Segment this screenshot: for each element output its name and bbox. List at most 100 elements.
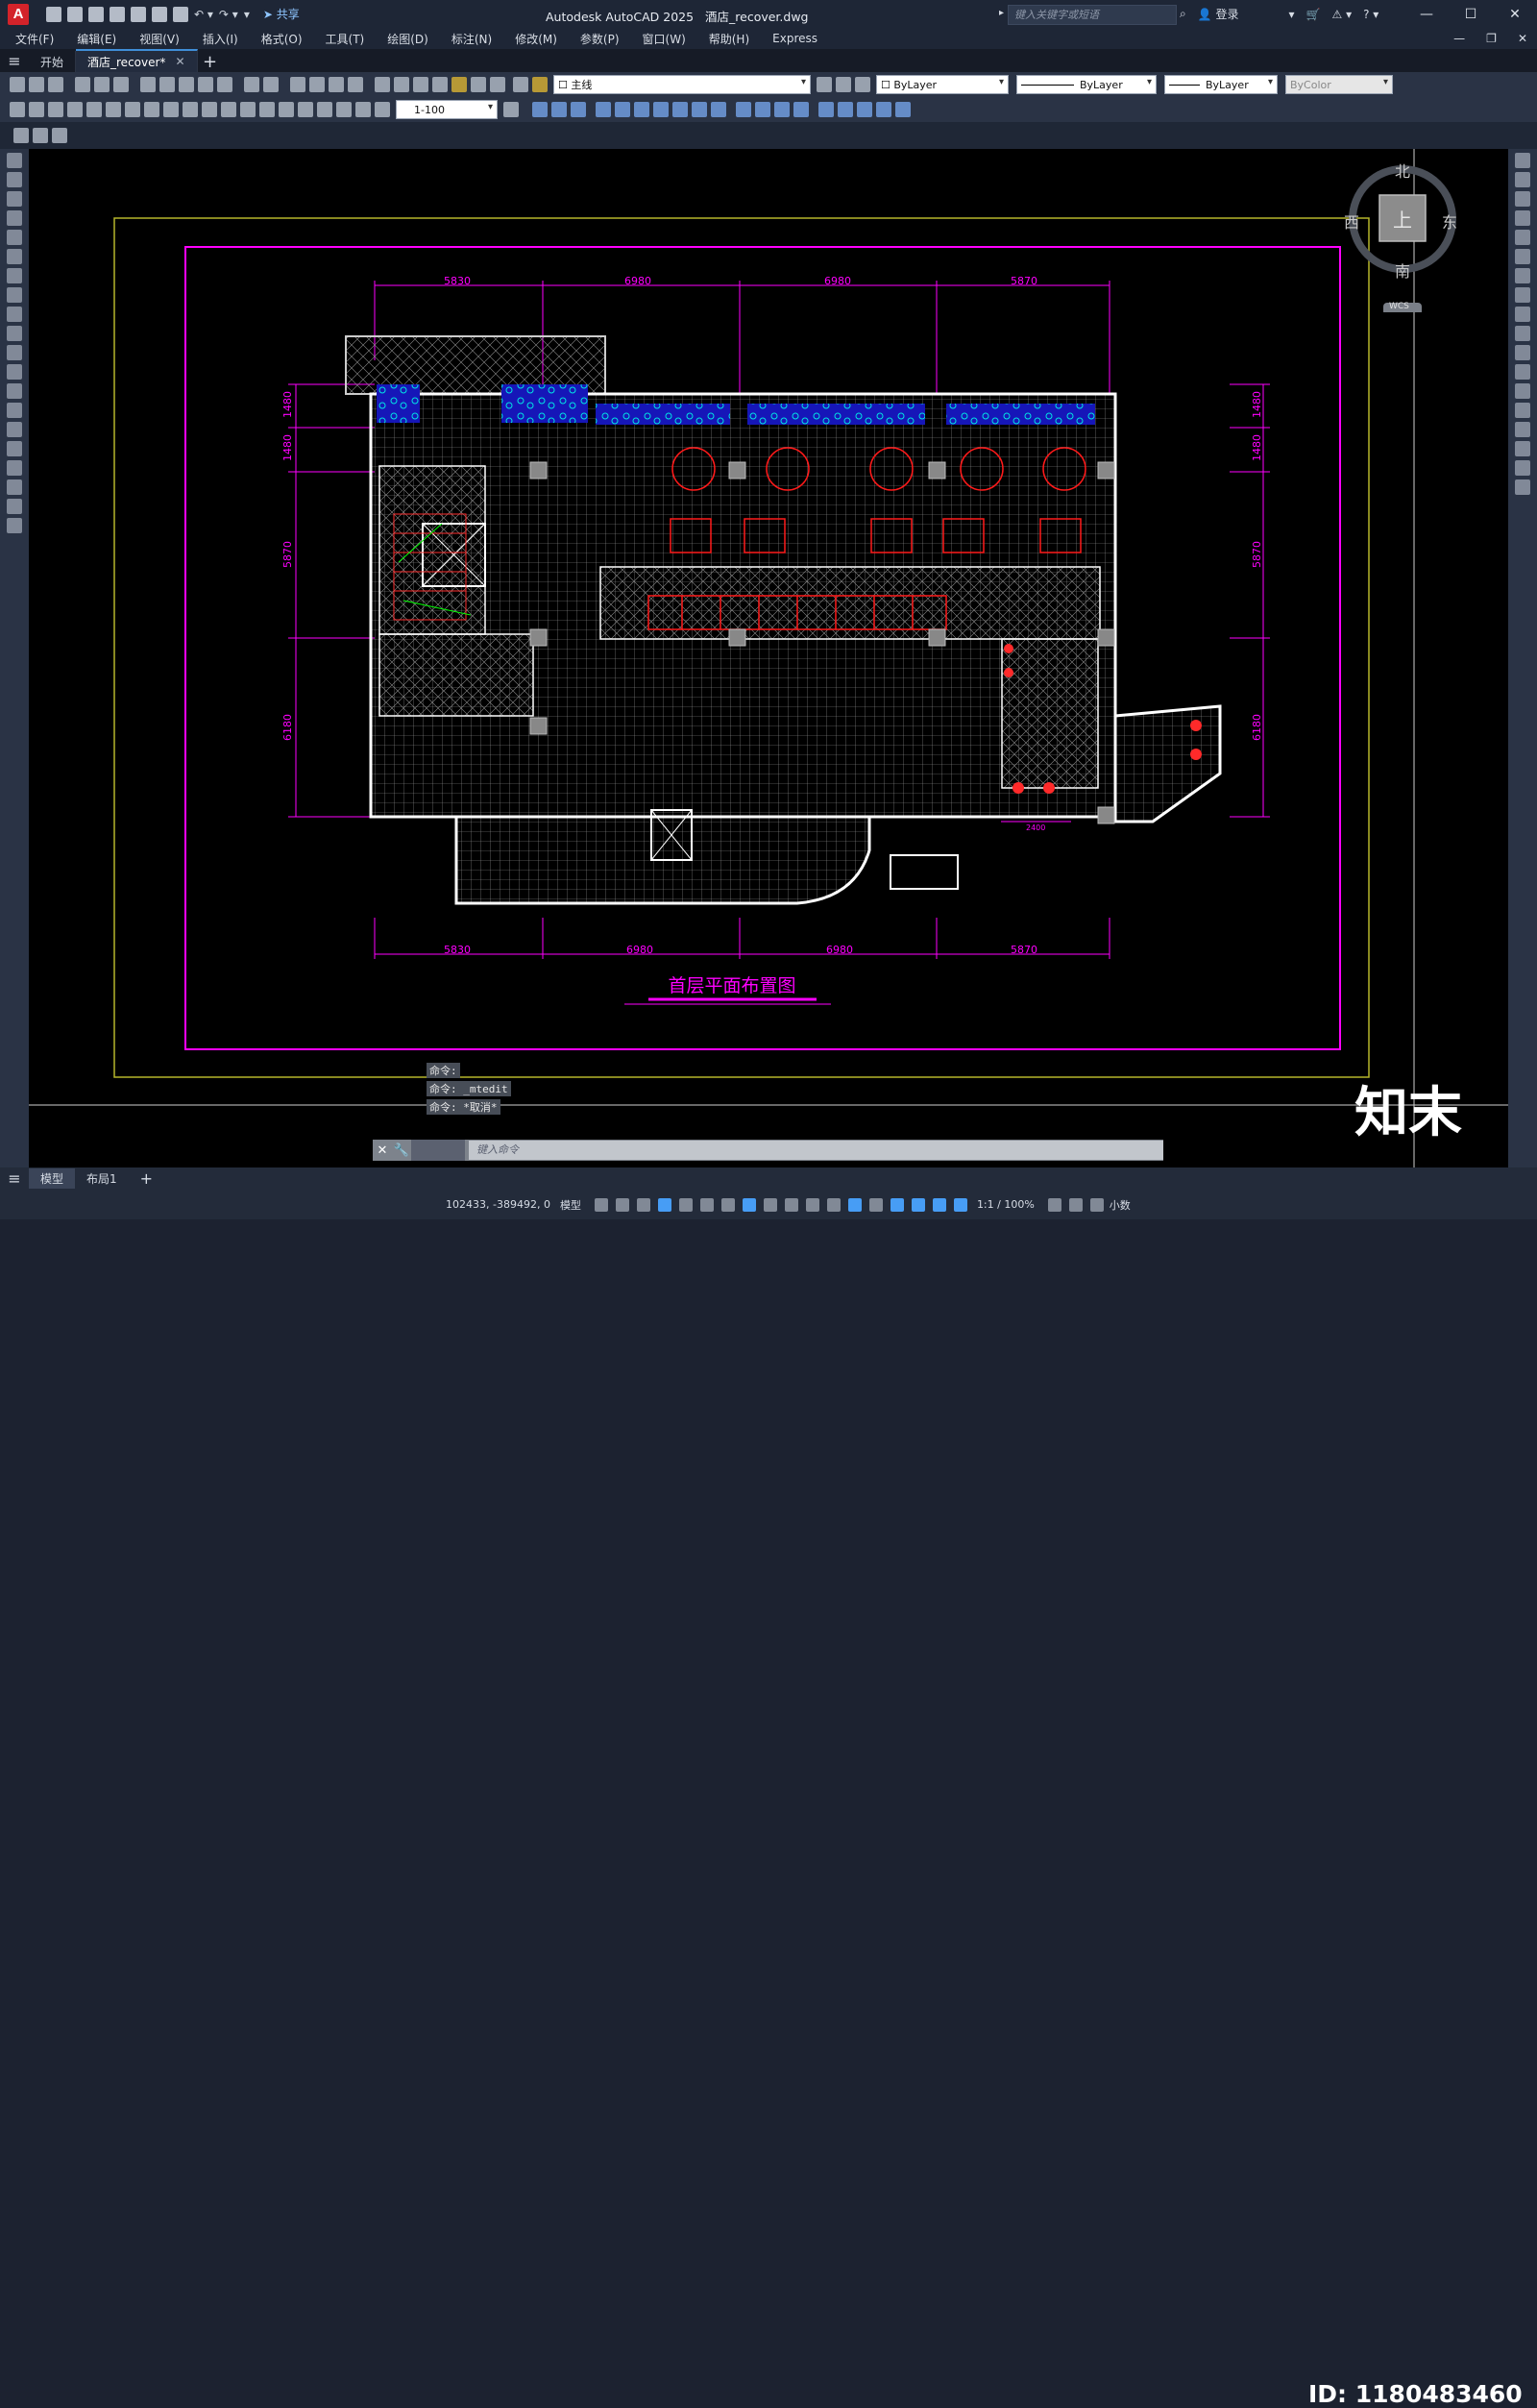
command-input[interactable]: 键入命令 <box>469 1141 1163 1160</box>
pan-icon[interactable] <box>290 77 305 92</box>
tolerance-icon[interactable] <box>259 102 275 117</box>
infer-icon[interactable] <box>636 1197 650 1212</box>
rectangle-icon[interactable] <box>7 230 22 245</box>
markup-icon[interactable] <box>451 77 467 92</box>
workspace-gear-icon[interactable] <box>1047 1197 1061 1212</box>
ucs-world-icon[interactable] <box>615 102 630 117</box>
open-from-web-icon[interactable] <box>131 6 146 22</box>
coordinate-display[interactable]: 102433, -389492, 0 <box>446 1198 550 1211</box>
maximize-icon[interactable]: ☐ <box>1449 0 1493 28</box>
tab-layout1[interactable]: 布局1 <box>75 1168 129 1189</box>
dim-linear-icon[interactable] <box>10 102 25 117</box>
command-close-icon[interactable]: ✕ <box>373 1143 392 1158</box>
view-front-icon[interactable] <box>532 102 548 117</box>
tool-palettes-icon[interactable] <box>413 77 428 92</box>
login-dropdown-icon[interactable]: ▾ <box>1289 8 1295 21</box>
zoom-3d-icon[interactable] <box>876 102 891 117</box>
cut-icon[interactable] <box>140 77 156 92</box>
chamfer-icon[interactable] <box>1515 422 1530 437</box>
snap-icon[interactable] <box>615 1197 629 1212</box>
lineweight-dropdown[interactable]: ByLayer <box>1164 75 1278 94</box>
save-tb-icon[interactable] <box>48 77 63 92</box>
dim-ordinate-icon[interactable] <box>67 102 83 117</box>
table-icon[interactable] <box>7 479 22 495</box>
stretch-icon[interactable] <box>1515 307 1530 322</box>
dim-radius-icon[interactable] <box>86 102 102 117</box>
view-left-icon[interactable] <box>571 102 586 117</box>
model-space-toggle[interactable]: 模型 <box>560 1197 581 1213</box>
plotstyle-dropdown[interactable]: ByColor <box>1285 75 1393 94</box>
tab-active-drawing[interactable]: 酒店_recover* ✕ <box>76 49 198 72</box>
tab-model[interactable]: 模型 <box>29 1168 76 1189</box>
swivel-icon[interactable] <box>857 102 872 117</box>
undo-icon[interactable]: ↶ ▾ <box>194 8 213 21</box>
search-icon[interactable]: ⌕ <box>1180 7 1186 21</box>
pan-3d-icon[interactable] <box>895 102 911 117</box>
ucs-icon[interactable] <box>596 102 611 117</box>
menu-file[interactable]: 文件(F) <box>15 31 54 47</box>
rotate-icon[interactable] <box>1515 268 1530 283</box>
layer-state-icon[interactable] <box>855 77 870 92</box>
osnap-tracking-icon[interactable] <box>742 1197 756 1212</box>
break-point-icon[interactable] <box>1515 364 1530 380</box>
fillet-icon[interactable] <box>1515 441 1530 456</box>
dim-break-icon[interactable] <box>240 102 256 117</box>
minimize-icon[interactable]: — <box>1404 0 1449 28</box>
line-icon[interactable] <box>7 153 22 168</box>
layer-previous-icon[interactable] <box>836 77 851 92</box>
sheet-set-icon[interactable] <box>432 77 448 92</box>
redo-icon[interactable]: ↷ ▾ <box>219 8 238 21</box>
scale-icon[interactable] <box>1515 287 1530 303</box>
tab-close-icon[interactable]: ✕ <box>175 55 184 68</box>
new-tab-icon[interactable]: + <box>198 51 223 72</box>
mirror-icon[interactable] <box>1515 191 1530 207</box>
point-icon[interactable] <box>7 403 22 418</box>
match-prop-icon[interactable] <box>198 77 213 92</box>
block-editor-icon[interactable] <box>217 77 232 92</box>
join-icon[interactable] <box>1515 403 1530 418</box>
wcs-menu[interactable]: WCS <box>1389 302 1409 311</box>
dim-arc-icon[interactable] <box>48 102 63 117</box>
new-file-icon[interactable] <box>46 6 61 22</box>
compass-west[interactable]: 西 <box>1344 209 1359 233</box>
units-dropdown[interactable]: 小数 <box>1110 1197 1131 1213</box>
annotation-monitor-icon[interactable] <box>1068 1197 1083 1212</box>
undo-tb-icon[interactable] <box>244 77 259 92</box>
customize-qat-icon[interactable]: ▾ <box>244 8 250 21</box>
open-file-icon[interactable] <box>67 6 83 22</box>
add-selected-icon[interactable] <box>7 518 22 533</box>
drawing-canvas[interactable]: 5830 6980 6980 5870 5830 6980 6980 5870 … <box>29 149 1508 1167</box>
dim-angular-icon[interactable] <box>144 102 159 117</box>
isodraft-icon[interactable] <box>720 1197 735 1212</box>
save-to-web-icon[interactable] <box>152 6 167 22</box>
find-icon[interactable] <box>52 128 67 143</box>
publish-icon[interactable] <box>113 77 129 92</box>
plot-tb-icon[interactable] <box>75 77 90 92</box>
erase-icon[interactable] <box>1515 153 1530 168</box>
menu-parametric[interactable]: 参数(P) <box>580 31 620 47</box>
camera-icon[interactable] <box>793 102 809 117</box>
dim-aligned-icon[interactable] <box>29 102 44 117</box>
annotation-visibility-icon[interactable] <box>932 1197 946 1212</box>
share-button[interactable]: ➤ 共享 <box>263 6 300 22</box>
new-layout-icon[interactable]: + <box>129 1168 164 1189</box>
center-mark-icon[interactable] <box>279 102 294 117</box>
menu-edit[interactable]: 编辑(E) <box>77 31 116 47</box>
explode-icon[interactable] <box>1515 479 1530 495</box>
dim-baseline-icon[interactable] <box>183 102 198 117</box>
plot-icon[interactable] <box>173 6 188 22</box>
dim-text-edit-icon[interactable] <box>355 102 371 117</box>
blend-icon[interactable] <box>1515 460 1530 476</box>
layer-dropdown[interactable]: ☐ 主线 <box>553 75 811 94</box>
gizmo-icon[interactable] <box>911 1197 925 1212</box>
transparency-icon[interactable] <box>805 1197 819 1212</box>
dim-edit-icon[interactable] <box>336 102 352 117</box>
revcloud-icon[interactable] <box>7 287 22 303</box>
move-icon[interactable] <box>1515 249 1530 264</box>
compass-north[interactable]: 北 <box>1395 159 1410 182</box>
construction-line-icon[interactable] <box>7 172 22 187</box>
close-icon[interactable]: ✕ <box>1493 0 1537 28</box>
spline-icon[interactable] <box>7 307 22 322</box>
copy-icon[interactable] <box>159 77 175 92</box>
jogged-linear-icon[interactable] <box>317 102 332 117</box>
